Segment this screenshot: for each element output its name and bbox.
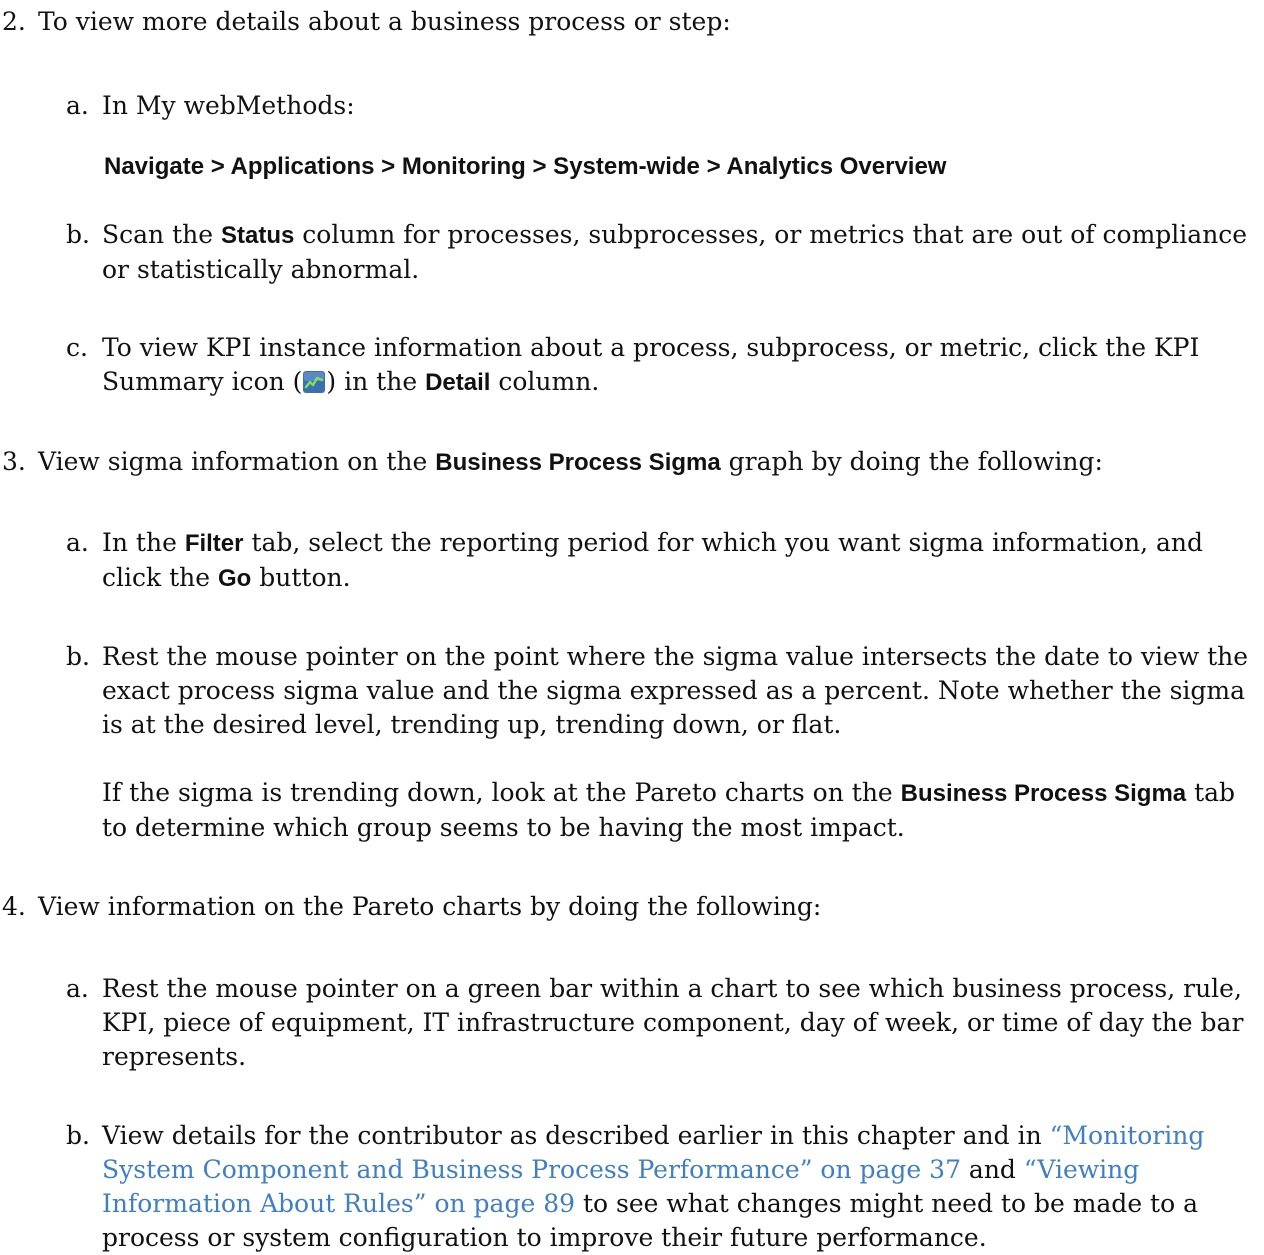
business-process-sigma-tab-ref: Business Process Sigma: [900, 780, 1187, 807]
substep-letter: c.: [66, 333, 88, 362]
substep-text: View details for the contributor as desc…: [102, 1121, 1205, 1252]
step-number: 3.: [2, 447, 26, 476]
step-number: 2.: [2, 7, 26, 36]
detail-column-ref: Detail: [425, 369, 491, 396]
substep-letter: a.: [66, 91, 89, 120]
substep-text: To view KPI instance information about a…: [102, 333, 1200, 396]
status-column-ref: Status: [220, 222, 295, 249]
substep-text: Scan the Status column for processes, su…: [102, 220, 1248, 284]
step-4: 4. View information on the Pareto charts…: [0, 890, 1264, 924]
step-3: 3. View sigma information on the Busines…: [0, 445, 1264, 480]
step-text: To view more details about a business pr…: [38, 7, 731, 36]
document-page: 2. To view more details about a business…: [0, 0, 1264, 1252]
kpi-summary-icon: [302, 369, 326, 393]
step-text: View information on the Pareto charts by…: [38, 892, 822, 921]
business-process-sigma-ref: Business Process Sigma: [435, 449, 721, 476]
substep-letter: b.: [66, 642, 90, 671]
substep-text: Rest the mouse pointer on a green bar wi…: [102, 974, 1244, 1071]
step-3b-paragraph-2: If the sigma is trending down, look at t…: [102, 778, 1236, 842]
go-button-ref: Go: [217, 565, 252, 592]
step-number: 4.: [2, 892, 26, 921]
substep-letter: b.: [66, 220, 90, 249]
substep-letter: a.: [66, 528, 89, 557]
step-2: 2. To view more details about a business…: [0, 5, 1264, 39]
substep-text: In My webMethods:: [102, 91, 355, 120]
substep-text: Rest the mouse pointer on the point wher…: [102, 642, 1249, 739]
substep-letter: b.: [66, 1121, 90, 1150]
filter-tab-ref: Filter: [184, 530, 244, 557]
navigation-path: Navigate > Applications > Monitoring > S…: [104, 153, 947, 180]
step-text: View sigma information on the Business P…: [38, 447, 1103, 476]
substep-text: In the Filter tab, select the reporting …: [102, 528, 1203, 592]
substep-letter: a.: [66, 974, 89, 1003]
